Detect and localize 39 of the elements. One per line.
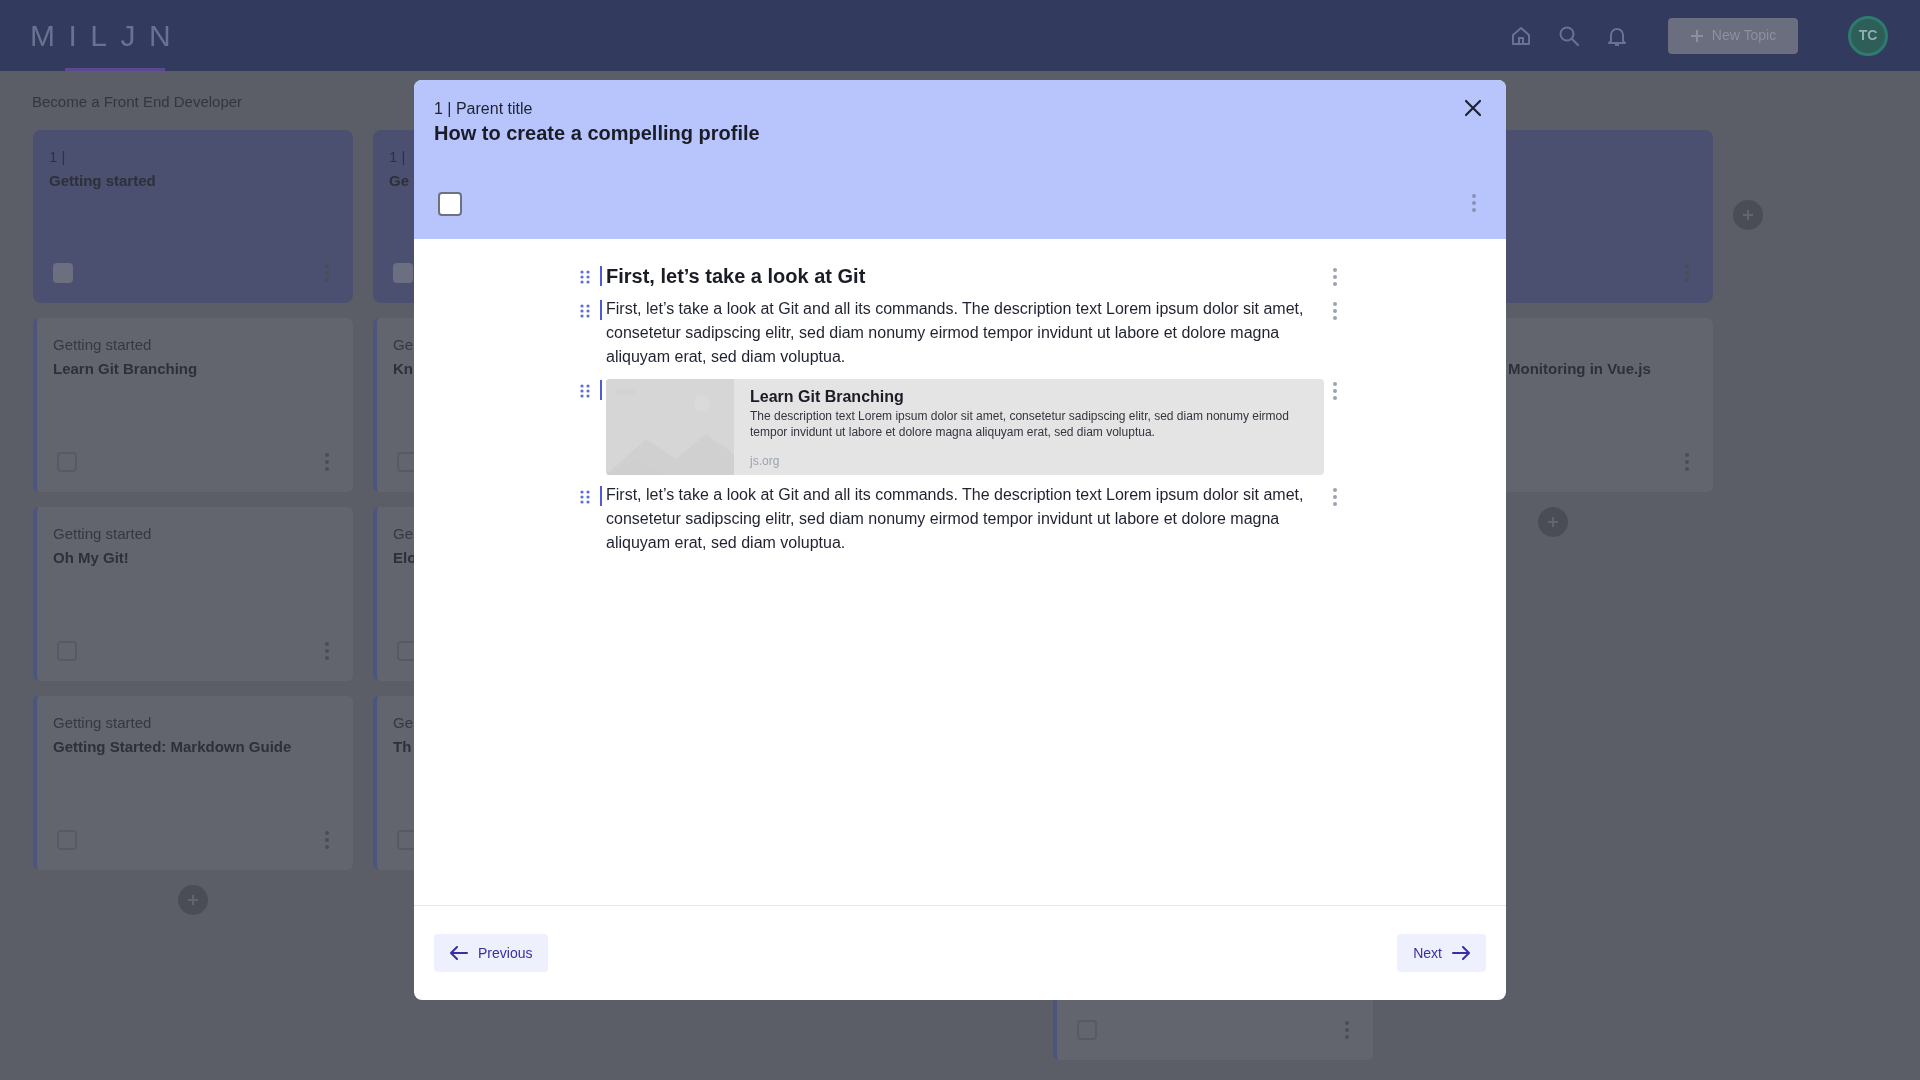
card-title: Ge: [389, 171, 409, 191]
checkbox[interactable]: [53, 263, 73, 283]
drag-handle-icon[interactable]: [580, 490, 590, 504]
block-heading: First, let’s take a look at Git: [606, 264, 867, 289]
more-options-icon[interactable]: [1333, 382, 1337, 400]
modal-title: How to create a compelling profile: [434, 121, 760, 146]
add-card-button[interactable]: [178, 885, 208, 915]
more-options-icon[interactable]: [1333, 488, 1337, 506]
link-preview-card[interactable]: [606, 379, 1324, 475]
search-icon[interactable]: [1558, 24, 1580, 47]
arrow-right-icon: [1452, 946, 1470, 960]
home-icon[interactable]: [1510, 24, 1532, 47]
drag-handle-icon[interactable]: [580, 384, 590, 398]
more-options-icon[interactable]: [1472, 194, 1476, 212]
more-options-icon[interactable]: [1333, 302, 1337, 320]
drag-handle-icon[interactable]: [580, 270, 590, 284]
card-title: Getting started: [49, 171, 156, 191]
checkbox[interactable]: [393, 263, 413, 283]
drag-handle-icon[interactable]: [580, 304, 590, 318]
arrow-left-icon: [450, 946, 468, 960]
avatar[interactable]: TC: [1848, 15, 1888, 56]
add-card-button[interactable]: [1538, 507, 1568, 537]
parent-title: 1 | Parent title: [434, 99, 533, 119]
add-column-button[interactable]: [1733, 200, 1763, 230]
plus-icon: [187, 894, 199, 906]
checkbox[interactable]: [438, 192, 462, 216]
plus-icon: [1547, 516, 1559, 528]
link-title: Learn Git Branching: [750, 387, 905, 407]
more-options-icon[interactable]: [1333, 268, 1337, 286]
close-icon[interactable]: [1464, 99, 1482, 117]
previous-button[interactable]: Previous: [434, 934, 549, 972]
plus-icon: [1742, 209, 1754, 221]
block-paragraph: First, let’s take a look at Git and all its commands. The description text Lorem ipsum dolor sit amet, consetetur sadipscing elitr, sed diam nonumy eirmod tempor invidunt ut labore et dolore magna aliquyam erat, sed diam voluptua.: [606, 299, 1305, 367]
block-paragraph: First, let’s take a look at Git and all its commands. The description text Lorem ipsum dolor sit amet, consetetur sadipscing elitr, sed diam nonumy eirmod tempor invidunt ut labore et dolore magna aliquyam erat, sed diam voluptua.: [606, 485, 1305, 553]
plus-icon: [1689, 28, 1704, 43]
link-domain: js.org: [750, 453, 781, 470]
link-description: The description text Lorem ipsum dolor sit amet, consetetur sadipscing elitr, sed diam nonumy eirmod tempor invidunt ut labore et dolore magna aliquyam erat, sed diam voluptua.: [750, 408, 1290, 440]
logo[interactable]: MILJN: [30, 13, 185, 58]
next-button[interactable]: Next: [1397, 934, 1486, 972]
